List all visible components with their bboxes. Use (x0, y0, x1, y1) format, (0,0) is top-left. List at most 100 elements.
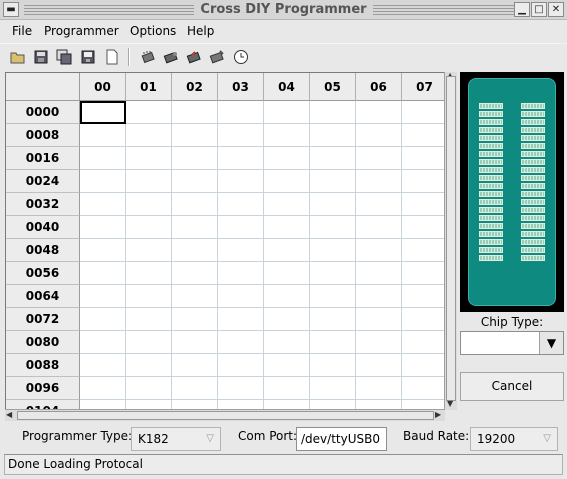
com-port-input[interactable]: /dev/ttyUSB0 (296, 427, 387, 451)
grid-cell[interactable] (80, 308, 126, 331)
grid-cell[interactable] (264, 262, 310, 285)
grid-cell[interactable] (218, 354, 264, 377)
grid-cell[interactable] (356, 193, 402, 216)
grid-cell[interactable] (356, 239, 402, 262)
grid-cell[interactable] (402, 147, 448, 170)
grid-cell[interactable] (356, 377, 402, 400)
grid-cell[interactable] (402, 101, 448, 124)
grid-cell[interactable] (218, 239, 264, 262)
grid-cell[interactable] (402, 285, 448, 308)
chip-verify-icon[interactable] (186, 49, 202, 65)
grid-cell[interactable] (310, 170, 356, 193)
grid-cell[interactable] (402, 239, 448, 262)
horizontal-scrollbar[interactable]: ◀ ▶ (5, 409, 445, 421)
grid-cell[interactable] (402, 170, 448, 193)
grid-cell[interactable] (264, 239, 310, 262)
grid-cell[interactable] (356, 262, 402, 285)
grid-cell[interactable] (218, 124, 264, 147)
grid-cell[interactable] (356, 285, 402, 308)
grid-cell[interactable] (310, 124, 356, 147)
grid-cell[interactable] (172, 331, 218, 354)
grid-cell[interactable] (356, 308, 402, 331)
grid-cell[interactable] (80, 331, 126, 354)
grid-cell[interactable] (126, 239, 172, 262)
grid-cell[interactable] (126, 147, 172, 170)
grid-cell[interactable] (356, 124, 402, 147)
grid-cell[interactable] (402, 193, 448, 216)
grid-cell[interactable] (218, 216, 264, 239)
vertical-scrollbar[interactable]: ▲ ▼ (444, 71, 457, 410)
grid-cell[interactable] (310, 262, 356, 285)
grid-cell[interactable] (218, 147, 264, 170)
chip-read-icon[interactable] (140, 49, 156, 65)
scroll-right-icon[interactable]: ▶ (435, 410, 441, 420)
new-document-icon[interactable] (104, 49, 120, 65)
menu-help[interactable]: Help (187, 24, 214, 38)
grid-cell[interactable] (126, 216, 172, 239)
minimize-icon[interactable]: ▁ (514, 2, 530, 17)
grid-cell[interactable] (172, 239, 218, 262)
grid-cell[interactable] (310, 193, 356, 216)
grid-cell[interactable] (218, 101, 264, 124)
grid-cell[interactable] (80, 147, 126, 170)
grid-cell[interactable] (310, 216, 356, 239)
grid-cell[interactable] (218, 308, 264, 331)
grid-cell[interactable] (172, 147, 218, 170)
chip-erase-icon[interactable] (209, 49, 225, 65)
save-icon[interactable] (33, 49, 49, 65)
grid-cell[interactable] (172, 124, 218, 147)
clock-icon[interactable] (233, 49, 249, 65)
scroll-down-icon[interactable]: ▼ (447, 399, 453, 409)
save-as-icon[interactable] (56, 49, 72, 65)
grid-cell[interactable] (80, 170, 126, 193)
grid-cell[interactable] (80, 101, 126, 124)
grid-cell[interactable] (264, 285, 310, 308)
grid-cell[interactable] (218, 170, 264, 193)
chip-write-icon[interactable] (163, 49, 179, 65)
grid-cell[interactable] (172, 285, 218, 308)
grid-cell[interactable] (126, 170, 172, 193)
grid-cell[interactable] (310, 101, 356, 124)
grid-cell[interactable] (80, 216, 126, 239)
grid-cell[interactable] (172, 216, 218, 239)
grid-cell[interactable] (172, 308, 218, 331)
grid-cell[interactable] (264, 124, 310, 147)
grid-cell[interactable] (310, 354, 356, 377)
grid-cell[interactable] (126, 331, 172, 354)
open-folder-icon[interactable] (10, 49, 26, 65)
grid-cell[interactable] (264, 331, 310, 354)
export-icon[interactable] (80, 49, 96, 65)
grid-cell[interactable] (126, 124, 172, 147)
grid-cell[interactable] (264, 354, 310, 377)
grid-cell[interactable] (218, 285, 264, 308)
grid-cell[interactable] (172, 377, 218, 400)
grid-cell[interactable] (126, 285, 172, 308)
programmer-type-select[interactable]: K182 ▽ (131, 427, 221, 451)
grid-cell[interactable] (264, 308, 310, 331)
grid-cell[interactable] (310, 285, 356, 308)
grid-cell[interactable] (402, 124, 448, 147)
chip-type-select[interactable]: ▼ (460, 331, 564, 355)
grid-cell[interactable] (80, 377, 126, 400)
grid-cell[interactable] (218, 331, 264, 354)
grid-cell[interactable] (402, 216, 448, 239)
grid-cell[interactable] (264, 377, 310, 400)
grid-cell[interactable] (80, 124, 126, 147)
grid-cell[interactable] (218, 262, 264, 285)
grid-cell[interactable] (264, 216, 310, 239)
grid-cell[interactable] (356, 147, 402, 170)
grid-cell[interactable] (264, 193, 310, 216)
grid-cell[interactable] (356, 331, 402, 354)
grid-cell[interactable] (80, 239, 126, 262)
hex-editor-grid[interactable]: 00 01 02 03 04 05 06 07 0000 0008 0016 0024 0032 0040… (5, 72, 457, 410)
grid-cell[interactable] (80, 193, 126, 216)
maximize-icon[interactable]: □ (531, 2, 547, 17)
grid-cell[interactable] (356, 354, 402, 377)
menu-programmer[interactable]: Programmer (44, 24, 119, 38)
grid-cell[interactable] (218, 193, 264, 216)
grid-cell[interactable] (126, 354, 172, 377)
grid-cell[interactable] (126, 377, 172, 400)
grid-cell[interactable] (402, 354, 448, 377)
grid-cell[interactable] (310, 331, 356, 354)
grid-cell[interactable] (126, 101, 172, 124)
